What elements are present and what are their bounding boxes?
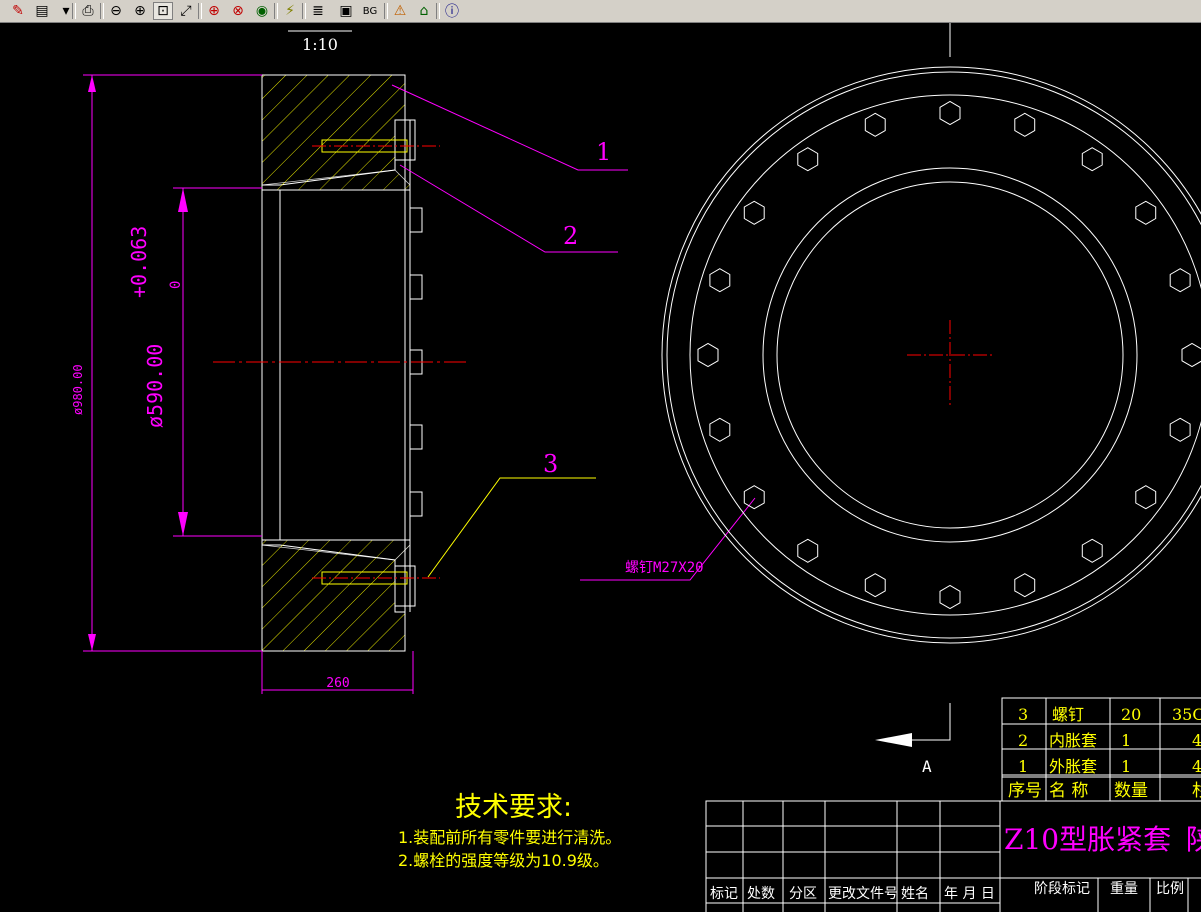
tech-note-1: 1.装配前所有零件要进行清洗。 — [398, 828, 621, 847]
toolbar-separator — [72, 3, 76, 19]
tb-label-name: 姓名 — [901, 886, 929, 902]
bom-row-name: 螺钉 — [1052, 705, 1084, 724]
bom-header-material: 杉 — [1192, 781, 1201, 801]
zoom-out-icon[interactable]: ⊖ — [106, 2, 126, 20]
print-icon[interactable]: ⎙ — [78, 2, 98, 20]
callout-2: 2 — [563, 222, 578, 250]
tb-weight-label: 重量 — [1110, 881, 1138, 897]
drawing-title-cut: 陕 — [1186, 823, 1201, 856]
tb-stage-label: 阶段标记 — [1034, 881, 1090, 897]
open-icon[interactable]: ✎ — [8, 2, 28, 20]
bolt-hole — [1135, 485, 1157, 510]
background-icon[interactable]: ▣ — [336, 2, 356, 20]
zoom-window-icon[interactable]: ⊡ — [153, 2, 173, 20]
tb-scale-label: 比例 — [1156, 881, 1184, 897]
toolbar-separator — [100, 3, 104, 19]
tolerance-lower: 0 — [168, 281, 184, 289]
bolt-hole — [1135, 200, 1157, 225]
bom-row-no: 3 — [1018, 705, 1028, 724]
toolbar-separator — [302, 3, 306, 19]
tb-label-change-doc: 更改文件号 — [828, 886, 898, 902]
bolt-hole — [709, 417, 731, 442]
layers-icon[interactable]: ≣ — [308, 2, 328, 20]
bolt-hole — [1081, 538, 1103, 563]
toolbar-separator — [274, 3, 278, 19]
bom-row-no: 2 — [1018, 731, 1028, 750]
drawing-canvas[interactable]: 1:10 ø980.00 ø590.00 +0.063 0 260 1 2 3 … — [0, 23, 1201, 912]
bom-row-qty: 20 — [1121, 705, 1141, 724]
tb-label-mark: 标记 — [710, 886, 738, 902]
callout-3: 3 — [543, 450, 558, 478]
file-icon[interactable]: ▤ — [32, 2, 52, 20]
bolt-hole — [743, 200, 765, 225]
bolt-hole — [1181, 342, 1201, 368]
tb-label-count: 处数 — [747, 886, 775, 902]
bom-row-qty: 1 — [1121, 731, 1131, 750]
bolt-hole — [743, 485, 765, 510]
bom-row-material: 35C — [1172, 705, 1201, 724]
title-block: Z10型胀紧套 陕 标记 处数 分区 更改文件号 姓名 年 月 日 阶段标记 重… — [705, 800, 1201, 912]
info-icon[interactable]: ⓘ — [442, 2, 462, 20]
drawing-text: 1:10 ø980.00 ø590.00 +0.063 0 260 1 2 3 … — [71, 35, 932, 870]
drawing-title: Z10型胀紧套 — [1004, 823, 1171, 856]
bom-row-material: 4 — [1192, 757, 1201, 776]
scale-label: 1:10 — [302, 35, 338, 54]
properties-icon[interactable]: ⚠ — [390, 2, 410, 20]
bolt-hole — [1014, 112, 1036, 137]
bolt-hole — [1169, 417, 1191, 442]
bom-row-material: 4 — [1192, 731, 1201, 750]
home-icon[interactable]: ⌂ — [414, 2, 434, 20]
toolbar-separator — [198, 3, 202, 19]
view-label: A — [922, 757, 932, 776]
bolt-hole — [864, 573, 886, 598]
bolt-hole — [1014, 573, 1036, 598]
width-dimension: 260 — [326, 676, 349, 691]
tech-note-2: 2.螺栓的强度等级为10.9级。 — [398, 851, 609, 870]
bolt-hole — [697, 342, 719, 368]
bolt-hole — [939, 100, 961, 126]
zoom-realtime-icon[interactable]: ⤢ — [176, 2, 196, 20]
bg-label-icon[interactable]: BG — [360, 2, 380, 20]
drawing-content — [83, 23, 1201, 747]
bom-header-qty: 数量 — [1114, 781, 1148, 801]
zoom-extents-icon[interactable]: ⊕ — [204, 2, 224, 20]
section-view — [83, 30, 951, 747]
bolt-hole — [797, 538, 819, 563]
tb-label-date: 年 月 日 — [944, 886, 995, 902]
bolt-hole — [939, 584, 961, 610]
callout-1: 1 — [596, 138, 611, 166]
bolt-hole — [1169, 268, 1191, 293]
bolt-label: 螺钉M27X20 — [625, 560, 704, 576]
bolt-hole — [1081, 147, 1103, 172]
bom-table: 3 螺钉 20 35C 2 内胀套 1 4 1 外胀套 1 4 序号 名 称 数… — [1001, 697, 1201, 802]
bom-row-name: 内胀套 — [1049, 731, 1097, 750]
tolerance-upper: +0.063 — [127, 226, 151, 298]
view-icon[interactable]: ◉ — [252, 2, 272, 20]
bolt-hole — [709, 268, 731, 293]
inner-diameter-dimension: ø590.00 — [143, 344, 167, 428]
cad-toolbar: ✎ ▤ ▾ ⎙ ⊖ ⊕ ⊡ ⤢ ⊕ ⊗ ◉ ⚡ ≣ ▣ BG ⚠ ⌂ ⓘ — [0, 0, 1201, 23]
bom-row-no: 1 — [1018, 757, 1028, 776]
tb-label-zone: 分区 — [789, 886, 817, 902]
bom-header-no: 序号 — [1008, 781, 1042, 801]
toolbar-separator — [436, 3, 440, 19]
bom-row-name: 外胀套 — [1049, 757, 1097, 776]
bolt-hole — [797, 147, 819, 172]
zoom-previous-icon[interactable]: ⊗ — [228, 2, 248, 20]
pan-icon[interactable]: ⚡ — [280, 2, 300, 20]
toolbar-separator — [384, 3, 388, 19]
front-view — [661, 23, 1201, 644]
tech-requirements-title: 技术要求: — [455, 792, 572, 823]
zoom-in-icon[interactable]: ⊕ — [130, 2, 150, 20]
bolt-hole — [864, 112, 886, 137]
bom-header-name: 名 称 — [1049, 781, 1088, 801]
bom-row-qty: 1 — [1121, 757, 1131, 776]
outer-diameter-dimension: ø980.00 — [71, 364, 85, 415]
